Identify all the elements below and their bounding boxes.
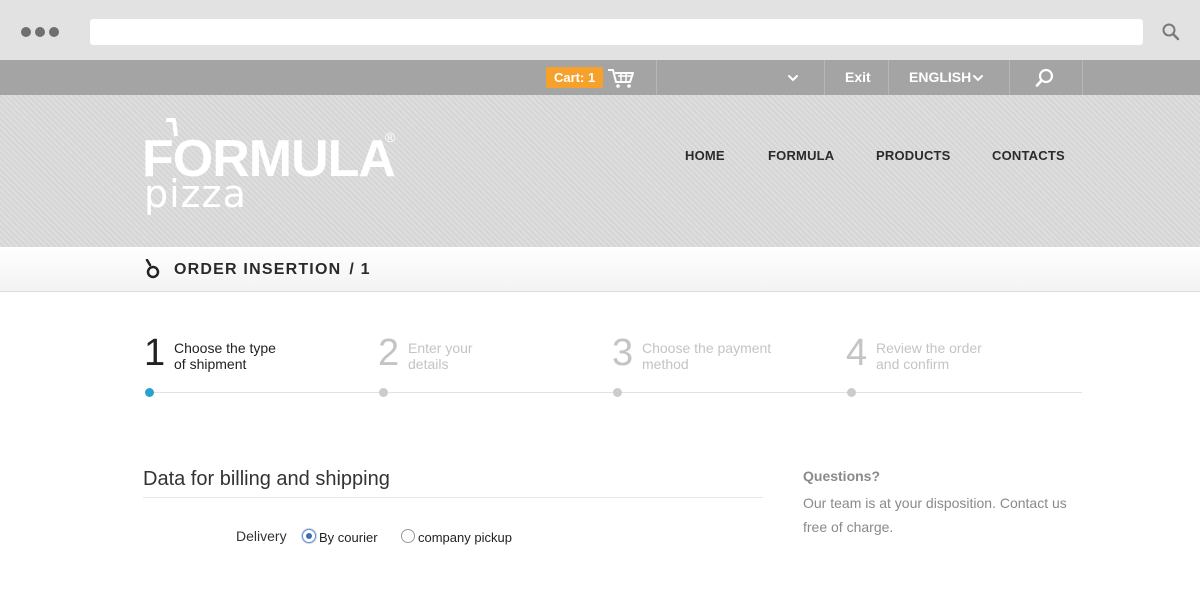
exit-link[interactable]: Exit [845,69,871,85]
nav-formula[interactable]: FORMULA [768,148,834,163]
divider [824,60,825,95]
step-label-line: details [408,356,449,372]
formula-pizza-logo[interactable]: FORMULA ® pizza [142,115,412,225]
window-controls[interactable] [21,27,59,37]
radio-label-by-courier[interactable]: By courier [319,530,378,545]
step-label-line: Review the order [876,340,982,356]
radio-by-courier[interactable] [302,529,316,543]
step-label-line: Choose the type [174,340,276,356]
checkout-steps: 1 Choose the type of shipment 2 Enter yo… [0,330,1200,410]
divider [888,60,889,95]
page-title: ORDER INSERTION / 1 [174,261,371,279]
step-number: 1 [144,332,166,374]
step-label-line: Enter your [408,340,473,356]
questions-text: Our team is at your disposition. Contact… [803,495,1067,535]
site-header: FORMULA ® pizza HOME FORMULA PRODUCTS CO… [0,95,1200,247]
divider [1082,60,1083,95]
section-titlebar: ORDER INSERTION / 1 [0,247,1200,292]
step-label: Enter your details [408,340,568,372]
step-dot-4 [847,388,856,397]
step-label-line: and confirm [876,356,950,372]
step-dot-1 [145,388,154,397]
search-icon[interactable] [1034,67,1056,89]
questions-title: Questions? [803,468,881,484]
billing-title: Data for billing and shipping [143,468,390,490]
step-label-line: of shipment [174,356,247,372]
nav-home[interactable]: HOME [685,148,725,163]
radio-label-company-pickup[interactable]: company pickup [418,530,512,545]
divider [1009,60,1010,95]
radio-company-pickup[interactable] [401,529,415,543]
step-label: Choose the payment method [642,340,802,372]
billing-divider [143,497,763,498]
step-label-line: method [642,356,689,372]
chevron-down-icon[interactable] [786,71,800,85]
order-mark-icon [145,259,160,279]
step-label-line: Choose the payment [642,340,772,356]
step-number: 4 [846,332,868,374]
search-icon[interactable] [1161,22,1181,42]
divider [656,60,657,95]
nav-contacts[interactable]: CONTACTS [992,148,1065,163]
step-label: Choose the type of shipment [174,340,334,372]
nav-products[interactable]: PRODUCTS [876,148,951,163]
step-number: 2 [378,332,400,374]
cart-icon[interactable] [607,67,635,89]
delivery-label: Delivery [236,528,287,544]
page-title-text: ORDER INSERTION [174,261,342,278]
address-bar[interactable] [90,19,1143,45]
step-dot-2 [379,388,388,397]
step-dot-3 [613,388,622,397]
step-number: 3 [612,332,634,374]
browser-chrome [0,0,1200,60]
language-selector[interactable]: ENGLISH [909,69,971,85]
page-number: / 1 [349,261,371,278]
chevron-down-icon[interactable] [971,71,985,85]
main-nav: HOME FORMULA PRODUCTS CONTACTS [0,148,1200,168]
step-label: Review the order and confirm [876,340,1036,372]
cart-badge[interactable]: Cart: 1 [546,67,604,88]
top-bar: Cart: 1 Exit ENGLISH [0,60,1200,95]
logo-sub-text: pizza [144,172,247,216]
registered-mark: ® [385,129,396,145]
